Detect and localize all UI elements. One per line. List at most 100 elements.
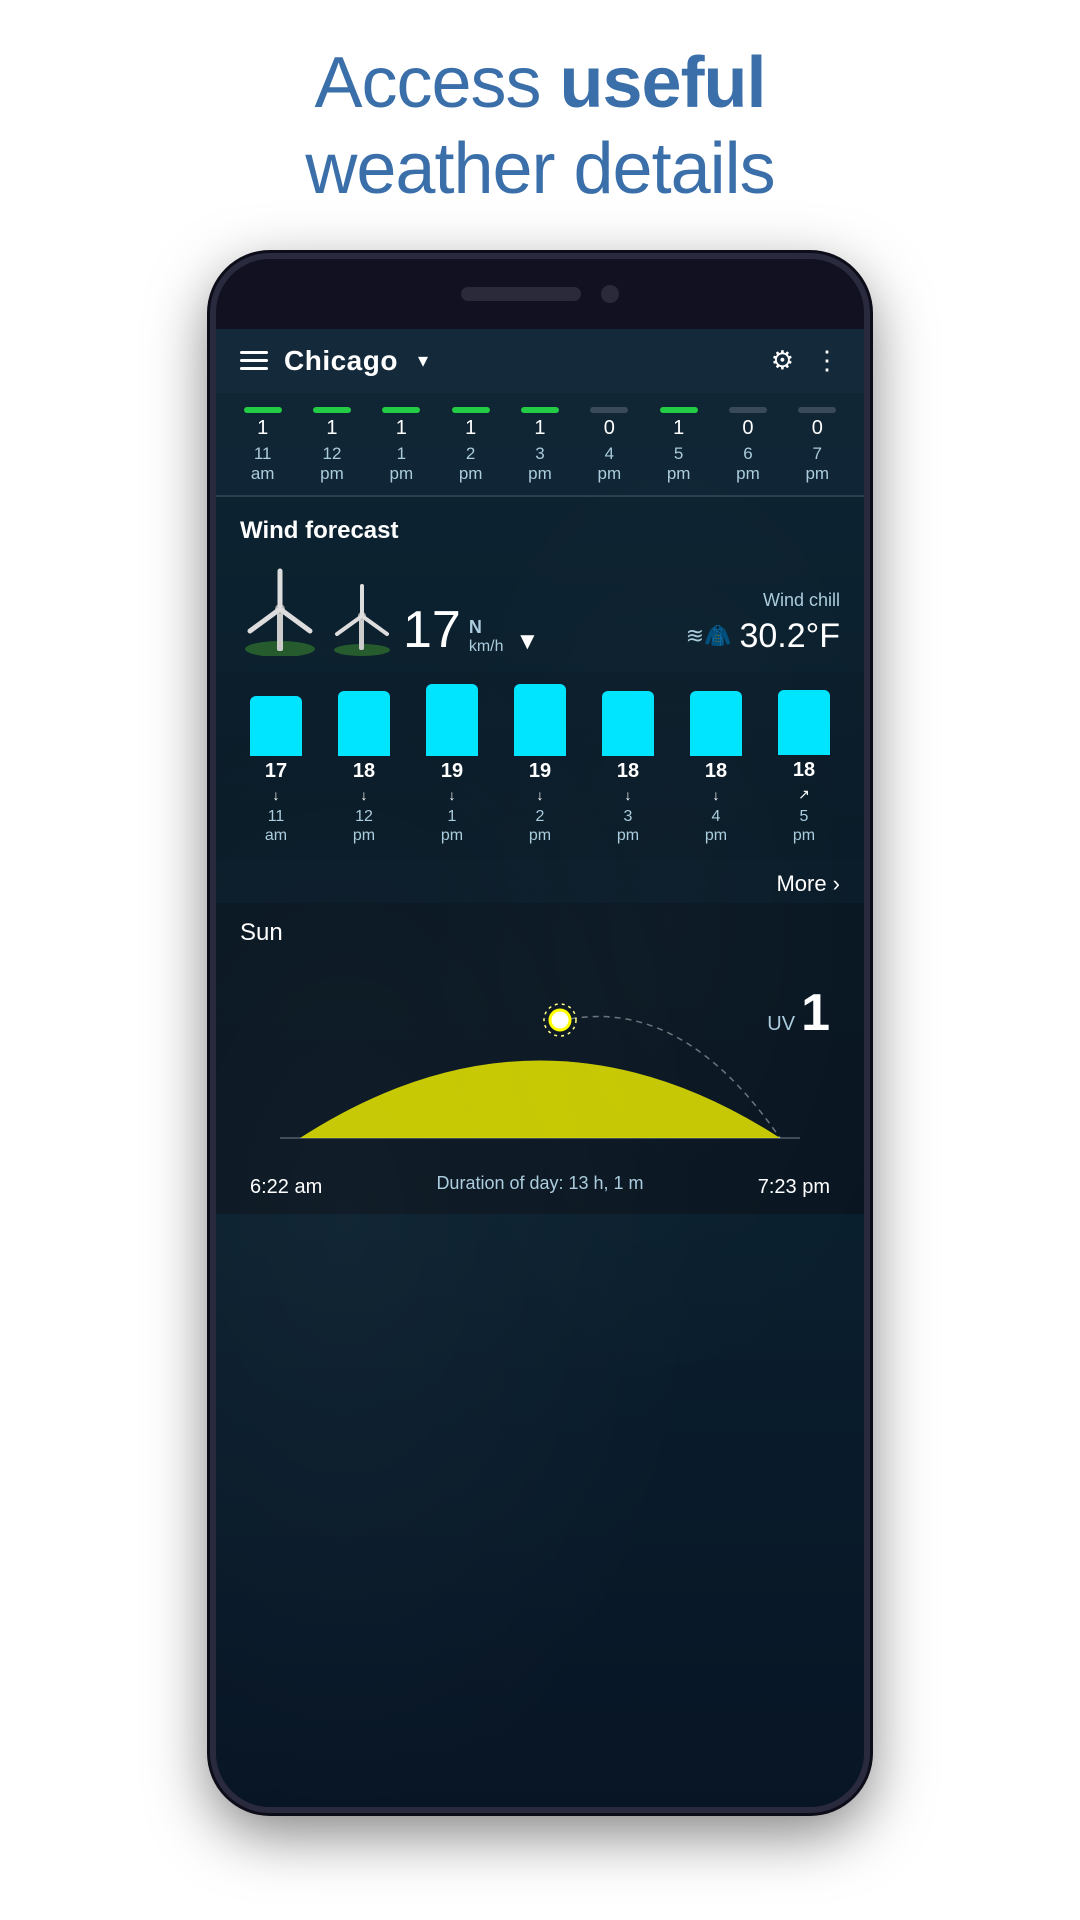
hour-col-4: 1 3pm — [521, 407, 559, 485]
wind-unit: km/h — [469, 638, 504, 656]
wind-bar-speed-4: 18 — [617, 760, 639, 783]
hour-time-1: 12pm — [320, 444, 344, 485]
hamburger-line3 — [240, 367, 268, 370]
more-link[interactable]: More › — [776, 871, 840, 897]
city-name[interactable]: Chicago — [284, 345, 398, 377]
wind-title: Wind forecast — [240, 517, 840, 545]
uv-value: 1 — [801, 984, 830, 1042]
settings-icon[interactable]: ⚙ — [771, 345, 794, 376]
hour-time-0: 11am — [251, 444, 275, 485]
hour-col-1: 1 12pm — [313, 407, 351, 485]
rain-amount-5: 0 — [604, 417, 615, 440]
rain-amount-1: 1 — [326, 417, 337, 440]
wind-bar-time-0: 11am — [265, 807, 287, 845]
speaker — [461, 287, 581, 301]
rain-amount-7: 0 — [742, 417, 753, 440]
volume-button — [210, 459, 214, 519]
rain-bar-0 — [244, 407, 282, 413]
header-line1: Access useful — [314, 43, 765, 123]
phone-shell: Chicago ▾ ⚙ ⋮ 1 11am 1 12pm 1 1pm 1 2pm … — [210, 253, 870, 1813]
rain-bar-4 — [521, 407, 559, 413]
wind-bars-row: 17 ↓ 11am 18 ↓ 12pm 19 ↓ 1pm 19 ↓ 2pm 18… — [232, 684, 848, 845]
header-line2: weather details — [305, 129, 774, 209]
wind-bar-arrow-6: ↗ — [798, 786, 810, 803]
hour-time-6: 5pm — [667, 444, 691, 485]
wind-bar-1 — [338, 691, 390, 756]
hamburger-line1 — [240, 351, 268, 354]
rain-bar-5 — [590, 407, 628, 413]
rain-bar-7 — [729, 407, 767, 413]
more-link-row: More › — [216, 859, 864, 903]
wind-bar-col-6: 18 ↗ 5pm — [778, 690, 830, 845]
wind-bar-6 — [778, 690, 830, 755]
hourly-row: 1 11am 1 12pm 1 1pm 1 2pm 1 3pm 0 4pm 1 … — [216, 407, 864, 485]
wind-bar-time-5: 4pm — [705, 807, 727, 845]
windmill-illustration — [240, 561, 395, 656]
rain-bar-2 — [382, 407, 420, 413]
wind-bar-2 — [426, 684, 478, 756]
hour-col-3: 1 2pm — [452, 407, 490, 485]
wind-visual: 17 N km/h ▼ — [240, 561, 539, 656]
wind-bar-time-6: 5pm — [793, 807, 815, 845]
wind-main: 17 N km/h ▼ Wind chill ≋🧥 30.2°F — [240, 561, 840, 656]
wind-bar-speed-6: 18 — [793, 759, 815, 782]
header-bold: useful — [560, 43, 766, 123]
hour-time-3: 2pm — [459, 444, 483, 485]
wind-bar-time-4: 3pm — [617, 807, 639, 845]
wind-bar-3 — [514, 684, 566, 756]
sun-arc-svg — [250, 963, 830, 1163]
sun-chart-area: UV1 6:22 am 7:23 — [250, 963, 830, 1163]
wind-direction: N — [469, 617, 482, 638]
wind-arrow-icon: ▼ — [516, 628, 540, 656]
wind-chill-label: Wind chill — [686, 590, 840, 611]
camera — [601, 285, 619, 303]
rain-amount-8: 0 — [812, 417, 823, 440]
wind-bar-speed-5: 18 — [705, 760, 727, 783]
top-bar-left: Chicago ▾ — [240, 345, 428, 377]
top-bar-right: ⚙ ⋮ — [771, 345, 840, 376]
wind-bar-col-3: 19 ↓ 2pm — [514, 684, 566, 845]
wind-chill-temp: 30.2°F — [739, 617, 840, 656]
sun-label: Sun — [240, 919, 840, 947]
wind-bar-arrow-0: ↓ — [273, 787, 280, 803]
wind-chill-block: Wind chill ≋🧥 30.2°F — [686, 590, 840, 656]
hour-time-8: 7pm — [805, 444, 829, 485]
rain-amount-2: 1 — [396, 417, 407, 440]
rain-bar-3 — [452, 407, 490, 413]
wind-bar-arrow-5: ↓ — [713, 787, 720, 803]
wind-bar-speed-1: 18 — [353, 760, 375, 783]
sun-section: Sun UV 1 — [216, 903, 864, 1214]
wind-bar-time-3: 2pm — [529, 807, 551, 845]
hour-col-6: 1 5pm — [660, 407, 698, 485]
rain-amount-0: 1 — [257, 417, 268, 440]
hour-time-5: 4pm — [597, 444, 621, 485]
wind-chill-icon: ≋🧥 — [686, 623, 732, 649]
menu-button[interactable] — [240, 351, 268, 370]
rain-amount-6: 1 — [673, 417, 684, 440]
hour-col-8: 0 7pm — [798, 407, 836, 485]
wind-hourly-bars: 17 ↓ 11am 18 ↓ 12pm 19 ↓ 1pm 19 ↓ 2pm 18… — [216, 672, 864, 859]
rain-bar-6 — [660, 407, 698, 413]
hour-col-2: 1 1pm — [382, 407, 420, 485]
wind-bar-col-1: 18 ↓ 12pm — [338, 691, 390, 845]
wind-bar-col-2: 19 ↓ 1pm — [426, 684, 478, 845]
wind-speed-value: 17 — [403, 604, 461, 656]
more-options-icon[interactable]: ⋮ — [814, 345, 840, 376]
wind-bar-speed-3: 19 — [529, 760, 551, 783]
top-bar: Chicago ▾ ⚙ ⋮ — [216, 329, 864, 393]
power-button — [866, 509, 870, 609]
wind-bar-0 — [250, 696, 302, 756]
uv-label: UV — [767, 1013, 795, 1035]
wind-bar-col-0: 17 ↓ 11am — [250, 696, 302, 845]
hour-col-7: 0 6pm — [729, 407, 767, 485]
rain-amount-3: 1 — [465, 417, 476, 440]
city-dropdown-icon[interactable]: ▾ — [418, 348, 428, 373]
sunset-time: 7:23 pm — [758, 1176, 830, 1199]
app-screen: Chicago ▾ ⚙ ⋮ 1 11am 1 12pm 1 1pm 1 2pm … — [216, 329, 864, 1807]
wind-bar-time-1: 12pm — [353, 807, 375, 845]
hour-col-5: 0 4pm — [590, 407, 628, 485]
hourly-precipitation-section: 1 11am 1 12pm 1 1pm 1 2pm 1 3pm 0 4pm 1 … — [216, 393, 864, 495]
rain-bar-8 — [798, 407, 836, 413]
uv-badge: UV 1 — [767, 983, 830, 1043]
windmill-svg-2 — [330, 576, 395, 656]
